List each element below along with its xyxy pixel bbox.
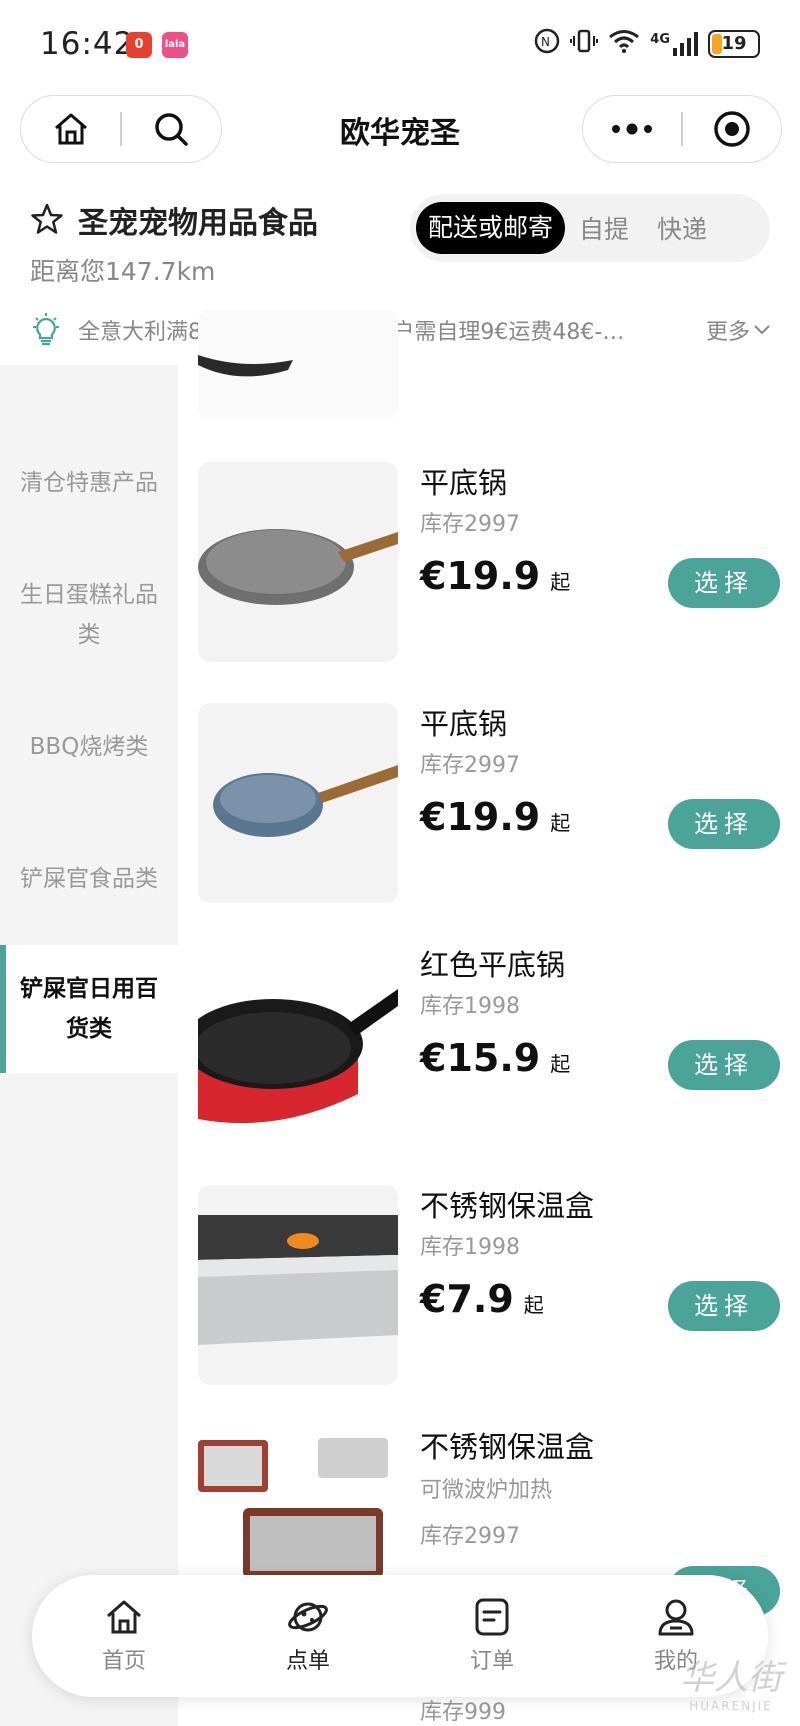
product-stock: 库存999 xyxy=(420,1700,506,1725)
product-price: €19.9 起 xyxy=(420,554,571,598)
svg-text:N: N xyxy=(541,35,550,49)
tab-label: 首页 xyxy=(101,1649,146,1674)
product-title: 不锈钢保温盒 xyxy=(420,1430,595,1464)
product-title: 不锈钢保温盒 xyxy=(420,1189,595,1223)
category-item-owner-daily-goods[interactable]: 铲屎官日用百货类 xyxy=(0,945,178,1073)
user-icon xyxy=(658,1599,694,1636)
page-title: 欧华宠圣 xyxy=(340,116,460,151)
status-time: 16:42 xyxy=(40,26,135,62)
product-price: €19.9 起 xyxy=(420,795,571,839)
product-item-partial-top[interactable] xyxy=(198,310,780,420)
home-button[interactable] xyxy=(21,96,120,162)
product-item[interactable]: 平底锅 库存2997 €19.9 起 选择 xyxy=(198,462,780,662)
category-item-owner-food[interactable]: 铲屎官食品类 xyxy=(0,859,178,899)
delivery-mode-switch: 配送或邮寄 自提 快递 xyxy=(410,194,770,262)
more-menu-button[interactable] xyxy=(583,96,681,162)
select-button[interactable]: 选择 xyxy=(668,1040,780,1090)
select-button[interactable]: 选择 xyxy=(668,558,780,608)
status-bar: 16:42 0 lala N 4G 19 xyxy=(0,0,800,90)
more-dots-icon xyxy=(612,123,653,135)
wifi-icon xyxy=(608,28,640,59)
tab-order-menu[interactable]: 点单 xyxy=(248,1597,368,1675)
delivery-option-shipping[interactable]: 配送或邮寄 xyxy=(416,202,566,254)
product-title: 平底锅 xyxy=(420,707,508,741)
product-stock: 库存1998 xyxy=(420,994,520,1019)
close-miniapp-button[interactable] xyxy=(683,96,781,162)
category-item-clearance[interactable]: 清仓特惠产品 xyxy=(0,463,178,503)
category-item-bbq[interactable]: BBQ烧烤类 xyxy=(0,727,178,767)
product-image xyxy=(198,703,398,903)
nav-capsule-right xyxy=(582,95,782,163)
product-subtitle: 可微波炉加热 xyxy=(420,1478,553,1503)
select-button[interactable]: 选择 xyxy=(668,1281,780,1331)
watermark: 华人街 HUARENJIE xyxy=(680,1658,782,1713)
product-price: €15.9 起 xyxy=(420,1036,571,1080)
vibrate-icon xyxy=(570,28,599,59)
target-icon xyxy=(714,111,750,147)
delivery-option-pickup[interactable]: 自提 xyxy=(565,210,643,246)
search-icon xyxy=(155,113,189,146)
product-image xyxy=(198,310,398,420)
product-item[interactable]: 平底锅 库存2997 €19.9 起 选择 xyxy=(198,703,780,903)
orders-list-icon xyxy=(475,1598,509,1636)
product-item[interactable]: 红色平底锅 库存1998 €15.9 起 选择 xyxy=(198,944,780,1144)
nav-capsule-left xyxy=(20,95,222,163)
status-icons: N 4G 19 xyxy=(534,28,760,59)
signal-icon: 4G xyxy=(650,31,698,56)
delivery-option-express[interactable]: 快递 xyxy=(643,210,721,246)
tab-label: 点单 xyxy=(285,1649,330,1674)
product-title: 红色平底锅 xyxy=(420,948,566,982)
planet-icon xyxy=(288,1602,328,1632)
product-title: 平底锅 xyxy=(420,466,508,500)
app-notification-icon: 0 xyxy=(126,32,152,58)
shop-distance: 距离您147.7km xyxy=(30,257,216,286)
product-stock: 库存2997 xyxy=(420,512,520,537)
home-icon xyxy=(54,113,87,145)
product-image xyxy=(198,944,398,1144)
product-stock: 库存2997 xyxy=(420,1524,520,1549)
category-sidebar: 清仓特惠产品 生日蛋糕礼品类 BBQ烧烤类 铲屎官食品类 铲屎官日用百货类 xyxy=(0,365,178,1726)
product-stock: 库存1998 xyxy=(420,1235,520,1260)
category-item-birthday-cake[interactable]: 生日蛋糕礼品类 xyxy=(0,575,178,655)
product-price: €7.9 起 xyxy=(420,1277,544,1321)
product-image xyxy=(198,462,398,662)
tab-orders[interactable]: 订单 xyxy=(432,1597,552,1675)
shop-name: 圣宠宠物用品食品 xyxy=(78,206,318,241)
tab-label: 订单 xyxy=(469,1649,514,1674)
battery-icon: 19 xyxy=(708,29,760,58)
tab-home[interactable]: 首页 xyxy=(64,1597,184,1675)
bottom-tab-bar: 首页 点单 订单 我的 xyxy=(32,1575,768,1697)
search-button[interactable] xyxy=(122,96,221,162)
lightbulb-icon xyxy=(33,313,59,346)
nfc-icon: N xyxy=(534,28,560,59)
product-item[interactable]: 不锈钢保温盒 库存1998 €7.9 起 选择 xyxy=(198,1185,780,1385)
app-notification-icon-2: lala xyxy=(162,32,188,58)
favorite-star-icon[interactable] xyxy=(30,202,64,240)
product-image xyxy=(198,1185,398,1385)
home-icon xyxy=(107,1600,141,1634)
product-stock: 库存2997 xyxy=(420,753,520,778)
select-button[interactable]: 选择 xyxy=(668,799,780,849)
